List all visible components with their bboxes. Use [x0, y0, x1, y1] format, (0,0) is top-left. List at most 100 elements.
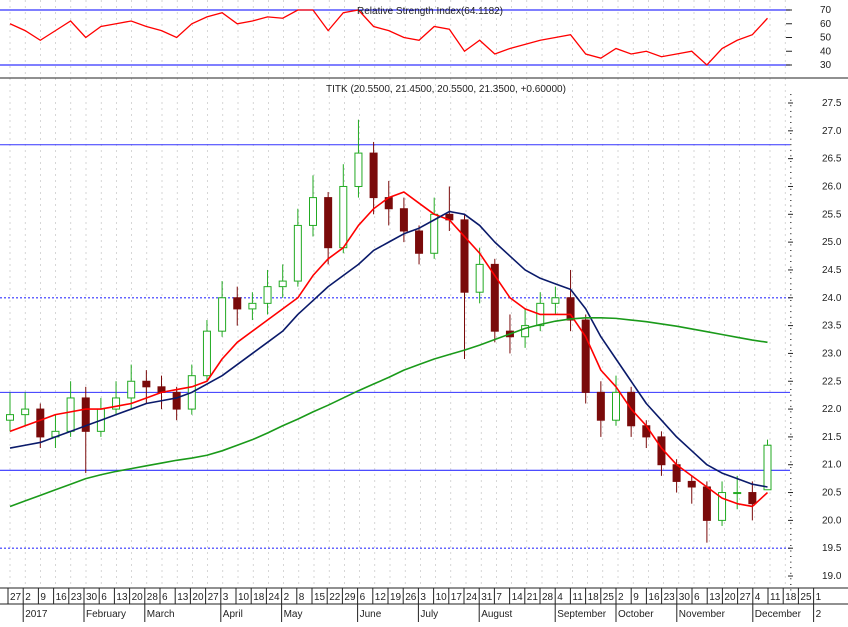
- price-y-tick-label: 19.5: [822, 543, 842, 554]
- rsi-y-tick-label: 30: [820, 60, 832, 71]
- candle-up: [263, 286, 272, 304]
- x-day-label: 20: [132, 592, 144, 603]
- x-month-label: August: [481, 609, 512, 620]
- x-month-label: 2: [816, 609, 822, 620]
- price-y-tick-label: 24.5: [822, 265, 842, 276]
- x-day-label: 8: [299, 592, 305, 603]
- x-day-label: 28: [147, 592, 159, 603]
- x-day-label: 30: [86, 592, 98, 603]
- price-y-tick-label: 23.5: [822, 321, 842, 332]
- price-y-tick-label: 19.0: [822, 571, 842, 582]
- candle-up: [475, 263, 484, 293]
- x-day-label: 18: [785, 592, 797, 603]
- price-y-tick-label: 20.5: [822, 488, 842, 499]
- stock-chart: Relative Strength Index(64.1182) TITK (2…: [0, 0, 848, 622]
- x-month-label: 2017: [25, 609, 48, 620]
- price-y-tick-label: 24.0: [822, 293, 842, 304]
- x-month-label: September: [557, 609, 607, 620]
- candle-up: [248, 302, 257, 310]
- x-day-label: 18: [253, 592, 265, 603]
- rsi-y-tick-label: 70: [820, 5, 832, 16]
- x-month-label: October: [618, 609, 654, 620]
- x-day-label: 18: [588, 592, 600, 603]
- candle-down: [642, 425, 651, 438]
- candle-up: [339, 185, 348, 249]
- candle-up: [551, 297, 560, 304]
- x-day-label: 3: [420, 592, 426, 603]
- candle-down: [415, 230, 424, 254]
- candle-down: [369, 152, 378, 199]
- candle-up: [612, 391, 620, 421]
- price-y-tick-label: 23.0: [822, 348, 842, 359]
- candle-down: [233, 297, 242, 310]
- candle-down: [596, 391, 605, 421]
- x-day-label: 3: [223, 592, 229, 603]
- x-day-label: 6: [694, 592, 700, 603]
- candle-up: [6, 414, 14, 421]
- x-day-label: 1: [816, 592, 822, 603]
- x-day-label: 12: [375, 592, 387, 603]
- candle-down: [460, 219, 469, 293]
- x-day-label: 20: [724, 592, 736, 603]
- x-day-label: 6: [162, 592, 168, 603]
- x-day-label: 11: [770, 592, 781, 603]
- x-day-label: 4: [557, 592, 563, 603]
- x-day-label: 9: [40, 592, 46, 603]
- x-day-label: 13: [709, 592, 721, 603]
- price-y-tick-label: 25.0: [822, 237, 842, 248]
- candle-down: [687, 480, 696, 488]
- price-y-tick-label: 20.0: [822, 515, 842, 526]
- candle-up: [309, 197, 317, 226]
- x-day-label: 7: [496, 592, 502, 603]
- candle-down: [142, 380, 151, 388]
- x-day-label: 19: [390, 592, 402, 603]
- x-day-label: 24: [268, 592, 280, 603]
- x-day-label: 25: [603, 592, 615, 603]
- price-y-tick-label: 21.0: [822, 460, 842, 471]
- candle-down: [36, 408, 45, 438]
- candle-up: [733, 492, 742, 495]
- candle-down: [581, 319, 590, 393]
- x-day-label: 10: [436, 592, 448, 603]
- x-month-label: May: [284, 609, 303, 620]
- x-day-label: 6: [101, 592, 107, 603]
- price-y-tick-label: 22.0: [822, 404, 842, 415]
- x-day-label: 2: [618, 592, 624, 603]
- x-day-label: 9: [633, 592, 639, 603]
- x-day-label: 28: [542, 592, 554, 603]
- x-day-label: 16: [648, 592, 660, 603]
- x-day-label: 29: [344, 592, 356, 603]
- candle-up: [127, 380, 136, 399]
- x-day-label: 10: [238, 592, 250, 603]
- x-day-label: 26: [405, 592, 417, 603]
- x-day-label: 20: [192, 592, 204, 603]
- x-day-label: 21: [527, 592, 539, 603]
- x-day-label: 22: [329, 592, 341, 603]
- x-month-label: June: [360, 609, 382, 620]
- x-month-label: March: [147, 609, 175, 620]
- price-title: TITK (20.5500, 21.4500, 20.5500, 21.3500…: [326, 84, 566, 95]
- candle-up: [21, 408, 30, 416]
- candle-up: [66, 397, 75, 432]
- x-day-label: 14: [512, 592, 524, 603]
- rsi-title: Relative Strength Index(64.1182): [357, 6, 503, 17]
- rsi-y-tick-label: 50: [820, 33, 832, 44]
- candle-down: [399, 208, 408, 232]
- candle-down: [172, 391, 181, 410]
- x-day-label: 6: [360, 592, 366, 603]
- x-day-label: 2: [284, 592, 290, 603]
- candle-up: [278, 280, 287, 288]
- x-day-label: 2: [25, 592, 31, 603]
- rsi-y-tick-label: 40: [820, 46, 832, 57]
- candle-up: [202, 330, 211, 377]
- price-y-tick-label: 21.5: [822, 432, 842, 443]
- x-day-label: 31: [481, 592, 493, 603]
- candle-up: [763, 444, 772, 491]
- candle-up: [218, 297, 227, 332]
- x-day-label: 15: [314, 592, 326, 603]
- x-day-label: 24: [466, 592, 478, 603]
- price-y-tick-label: 25.5: [822, 209, 842, 220]
- x-day-label: 13: [116, 592, 128, 603]
- x-month-label: February: [86, 609, 126, 620]
- x-day-label: 27: [740, 592, 752, 603]
